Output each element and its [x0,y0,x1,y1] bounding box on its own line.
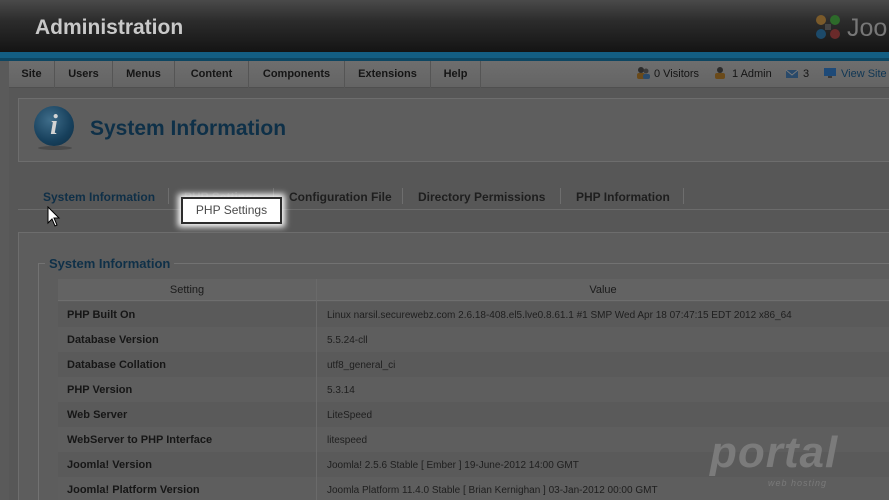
view-site-link[interactable]: View Site [823,61,887,88]
setting-database-collation: Database Collation [67,359,167,371]
info-icon-shadow [38,146,72,150]
menu-extensions[interactable]: Extensions [345,61,431,88]
php-settings-highlight[interactable]: PHP Settings [181,197,282,224]
value-database-version: 5.5.24-cll [327,335,368,346]
value-webserver-php-interface: litespeed [327,435,368,446]
menu-site[interactable]: Site [9,61,55,88]
column-divider [316,279,317,500]
table-row [58,377,889,402]
messages-count: 3 [803,68,810,80]
mouse-cursor-icon [47,206,61,227]
column-header-value: Value [317,279,889,301]
setting-php-built-on: PHP Built On [67,309,136,321]
table-row [58,402,889,427]
messages-status[interactable]: 3 [785,61,809,88]
value-web-server: LiteSpeed [327,410,373,421]
main-menu-bar: Site Users Menus Content Components Exte… [9,61,889,88]
setting-web-server: Web Server [67,409,128,421]
value-php-version: 5.3.14 [327,385,355,396]
menu-components[interactable]: Components [249,61,345,88]
tab-separator [560,188,561,204]
menu-menus[interactable]: Menus [113,61,175,88]
value-php-built-on: Linux narsil.securewebz.com 2.6.18-408.e… [327,310,792,321]
tab-configuration-file[interactable]: Configuration File [289,190,392,204]
table-row [58,327,889,352]
logo-text: Joo [847,14,888,42]
menu-help[interactable]: Help [431,61,481,88]
tab-separator [168,188,169,204]
setting-webserver-php-interface: WebServer to PHP Interface [67,434,213,446]
monitor-icon [824,68,836,78]
admin-header: Administration Joo [0,0,889,52]
tab-separator [402,188,403,204]
setting-joomla-platform-version: Joomla! Platform Version [67,484,200,496]
info-icon: i [34,106,74,146]
admins-count: 1 Admin [732,68,772,80]
tab-separator [683,188,684,204]
value-joomla-version: Joomla! 2.5.6 Stable [ Ember ] 19-June-2… [327,460,579,471]
fieldset-legend: System Information [45,256,175,271]
watermark-main: portal [710,428,839,477]
value-joomla-platform-version: Joomla Platform 11.4.0 Stable [ Brian Ke… [327,485,658,496]
messages-icon [785,69,799,78]
joomla-logo-icon [816,15,840,39]
visitors-icon [637,67,650,79]
header-title: Administration [35,16,184,39]
view-site-label: View Site [841,68,887,80]
setting-php-version: PHP Version [67,384,133,396]
tab-directory-permissions[interactable]: Directory Permissions [418,190,545,204]
setting-database-version: Database Version [67,334,159,346]
value-database-collation: utf8_general_ci [327,360,396,371]
visitors-count: 0 Visitors [654,68,700,80]
menu-content[interactable]: Content [175,61,249,88]
portal-watermark: portal web hosting [710,428,860,498]
admins-status[interactable]: 1 Admin [714,61,772,88]
tab-system-information[interactable]: System Information [43,190,155,204]
menu-users[interactable]: Users [55,61,113,88]
column-header-setting: Setting [58,279,316,301]
table-row [58,352,889,377]
admin-icon [715,67,725,79]
tab-php-information[interactable]: PHP Information [576,190,670,204]
page-title: System Information [90,117,287,140]
setting-joomla-version: Joomla! Version [67,459,152,471]
watermark-sub: web hosting [768,478,828,488]
visitors-status[interactable]: 0 Visitors [636,61,699,88]
